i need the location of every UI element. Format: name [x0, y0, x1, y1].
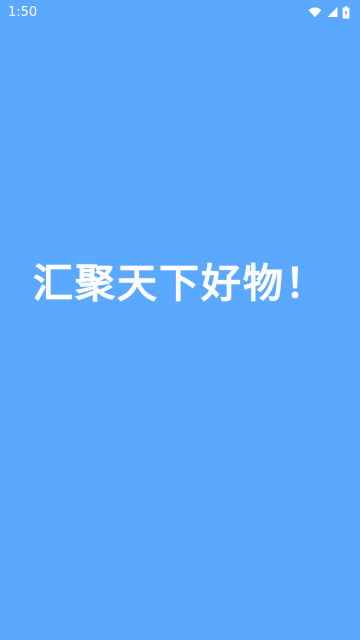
wifi-icon: [308, 6, 322, 18]
status-icons: [308, 5, 350, 19]
splash-slogan: 汇聚天下好物！: [33, 260, 327, 307]
status-time: 1:50: [8, 4, 38, 20]
cell-signal-icon: [326, 6, 338, 18]
battery-icon: [342, 5, 350, 19]
splash-screen: 汇聚天下好物！: [0, 0, 360, 640]
status-bar: 1:50: [0, 0, 360, 24]
